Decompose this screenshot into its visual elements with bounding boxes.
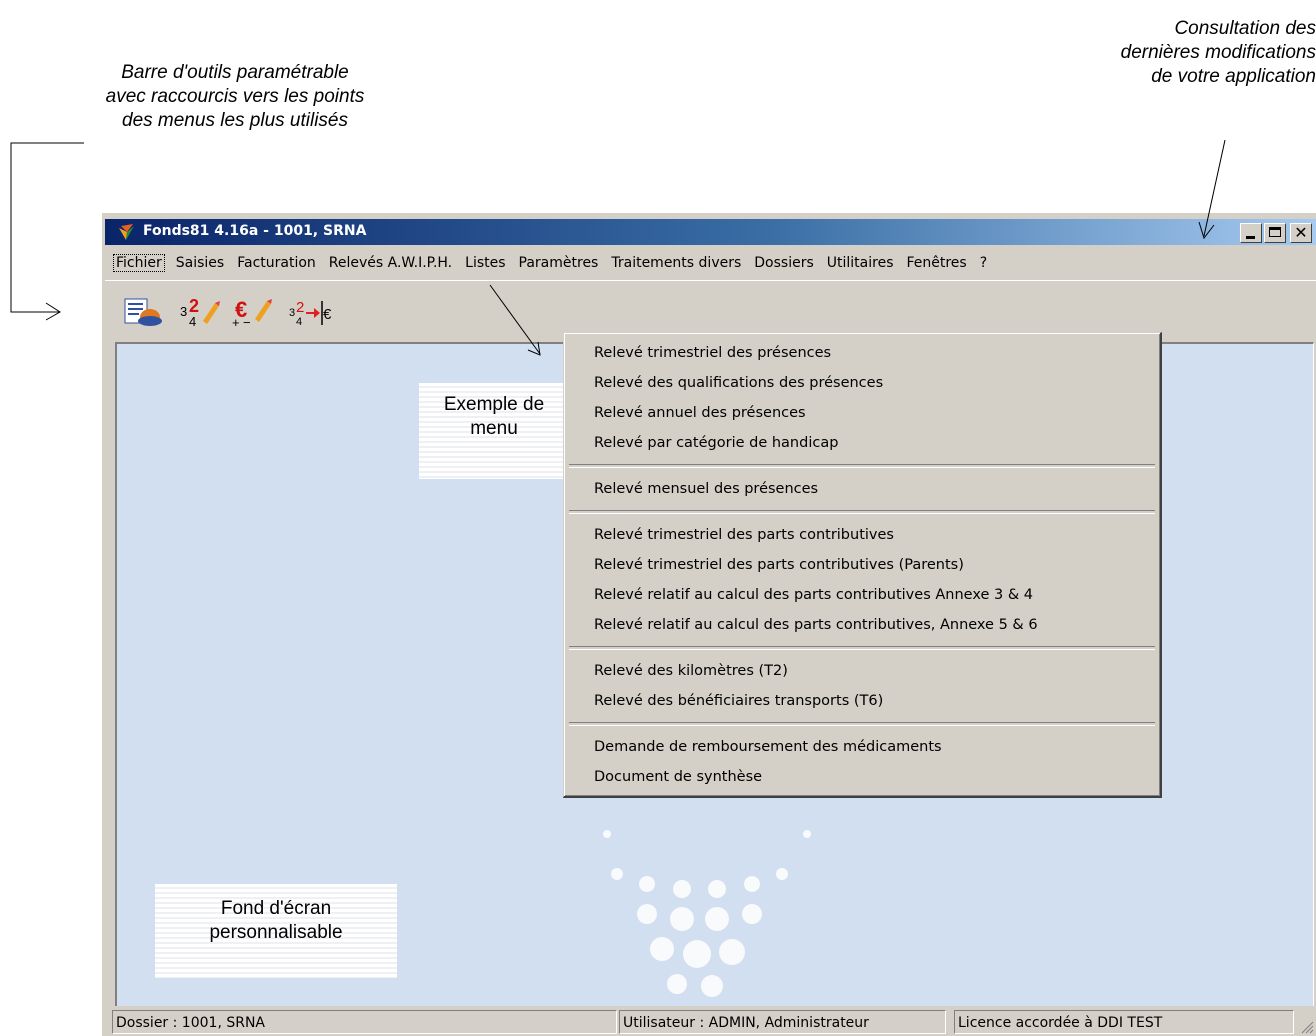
toolbar-arrow <box>10 142 84 313</box>
svg-text:€: € <box>323 306 332 323</box>
menu-item-releve-categorie-handicap[interactable]: Relevé par catégorie de handicap <box>564 428 1160 458</box>
menu-saisies[interactable]: Saisies <box>170 255 231 271</box>
minimize-button[interactable] <box>1240 223 1262 243</box>
svg-text:+: + <box>232 315 240 327</box>
euro-plus-minus-icon[interactable]: € + − <box>231 297 275 327</box>
menu-item-beneficiaires-transports[interactable]: Relevé des bénéficiaires transports (T6) <box>564 686 1160 716</box>
fraction-to-euro-icon[interactable]: 3 2 4 € <box>287 297 333 327</box>
svg-text:3: 3 <box>289 307 295 319</box>
title-bar[interactable]: Fonds81 4.16a - 1001, SRNA ✕ <box>105 219 1316 245</box>
releves-dropdown-menu: Relevé trimestriel des présences Relevé … <box>563 332 1162 798</box>
maximize-button[interactable] <box>1264 223 1286 243</box>
menu-utilitaires[interactable]: Utilitaires <box>821 255 901 271</box>
background-note: Fond d'écran personnalisable <box>155 884 397 978</box>
menu-facturation[interactable]: Facturation <box>231 255 323 271</box>
menu-dossiers[interactable]: Dossiers <box>748 255 821 271</box>
maximize-icon <box>1269 227 1281 237</box>
menu-bar: Fichier Saisies Facturation Relevés A.W.… <box>105 248 1316 278</box>
menu-separator <box>569 722 1155 726</box>
menu-item-releve-qualifications[interactable]: Relevé des qualifications des présences <box>564 368 1160 398</box>
menu-releves-awiph[interactable]: Relevés A.W.I.P.H. <box>323 255 459 271</box>
svg-text:−: − <box>243 315 251 327</box>
menu-item-releve-mensuel[interactable]: Relevé mensuel des présences <box>564 474 1160 504</box>
menu-fenetres[interactable]: Fenêtres <box>900 255 973 271</box>
fraction-edit-icon[interactable]: 3 2 4 <box>177 297 221 327</box>
resize-grip-icon[interactable] <box>1300 1020 1314 1034</box>
menu-item-kilometres[interactable]: Relevé des kilomètres (T2) <box>564 656 1160 686</box>
svg-text:2: 2 <box>296 299 304 316</box>
menu-separator <box>569 464 1155 468</box>
app-logo-icon <box>119 224 134 240</box>
toolbar-annotation: Barre d'outils paramétrable avec raccour… <box>105 62 365 131</box>
svg-text:4: 4 <box>296 316 302 327</box>
menu-item-parts-contributives-parents[interactable]: Relevé trimestriel des parts contributiv… <box>564 550 1160 580</box>
close-icon: ✕ <box>1294 223 1308 242</box>
menu-separator <box>569 646 1155 650</box>
menu-item-releve-annuel[interactable]: Relevé annuel des présences <box>564 398 1160 428</box>
status-bar: Dossier : 1001, SRNA Utilisateur : ADMIN… <box>102 1006 1316 1036</box>
svg-text:3: 3 <box>180 304 187 319</box>
status-license: Licence accordée à DDI TEST <box>954 1010 1294 1034</box>
minimize-icon <box>1246 236 1255 239</box>
menu-fichier[interactable]: Fichier <box>113 254 165 272</box>
menu-parametres[interactable]: Paramètres <box>513 255 606 271</box>
menu-example-note: Exemple de menu <box>419 383 569 479</box>
menu-item-remboursement-medicaments[interactable]: Demande de remboursement des médicaments <box>564 732 1160 762</box>
window-controls: ✕ <box>1240 223 1312 243</box>
list-search-icon[interactable] <box>123 297 163 327</box>
menu-separator <box>569 510 1155 514</box>
status-user: Utilisateur : ADMIN, Administrateur <box>619 1010 946 1034</box>
svg-text:4: 4 <box>189 314 196 327</box>
changelog-annotation: Consultation des dernières modifications… <box>1120 18 1316 87</box>
menu-item-releve-trimestriel-presences[interactable]: Relevé trimestriel des présences <box>564 338 1160 368</box>
menu-help[interactable]: ? <box>974 255 994 271</box>
menu-item-annexe-5-6[interactable]: Relevé relatif au calcul des parts contr… <box>564 610 1160 640</box>
close-button[interactable]: ✕ <box>1290 223 1312 243</box>
window-title: Fonds81 4.16a - 1001, SRNA <box>143 223 367 239</box>
menu-item-document-synthese[interactable]: Document de synthèse <box>564 762 1160 792</box>
status-dossier: Dossier : 1001, SRNA <box>112 1010 617 1034</box>
menu-item-annexe-3-4[interactable]: Relevé relatif au calcul des parts contr… <box>564 580 1160 610</box>
menu-traitements-divers[interactable]: Traitements divers <box>605 255 748 271</box>
menu-item-parts-contributives[interactable]: Relevé trimestriel des parts contributiv… <box>564 520 1160 550</box>
menu-listes[interactable]: Listes <box>459 255 512 271</box>
